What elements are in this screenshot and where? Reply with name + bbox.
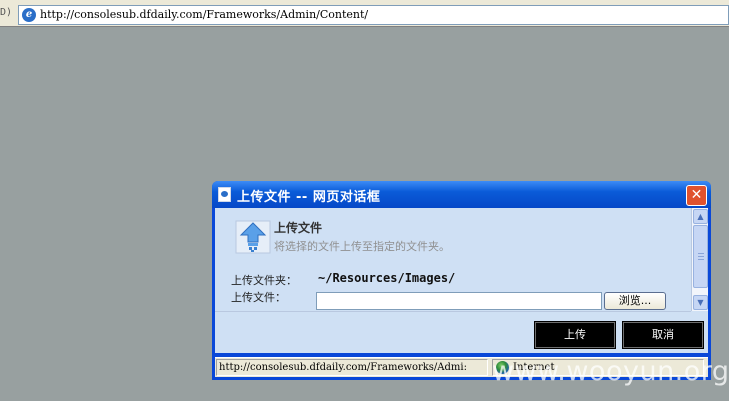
- scroll-thumb[interactable]: [693, 225, 708, 288]
- dialog-title: 上传文件 -- 网页对话框: [237, 190, 381, 205]
- dialog-titlebar[interactable]: 上传文件 -- 网页对话框 ✕: [212, 181, 711, 208]
- watermark: www.wooyun.org: [492, 356, 729, 387]
- address-bar[interactable]: e http://consolesub.dfdaily.com/Framewor…: [18, 5, 729, 25]
- file-path-input[interactable]: [316, 292, 602, 310]
- address-bar-fragment: D): [0, 7, 13, 18]
- header-title: 上传文件: [274, 221, 323, 235]
- vertical-scrollbar[interactable]: ▲ ▼: [691, 208, 708, 311]
- dialog-title-icon: [218, 187, 231, 202]
- scroll-down-icon[interactable]: ▼: [693, 295, 708, 310]
- upload-arrow-icon: [235, 220, 271, 254]
- folder-label: 上传文件夹：: [231, 274, 297, 287]
- folder-path: ~/Resources/Images/: [318, 271, 456, 285]
- browse-button[interactable]: 浏览...: [604, 292, 666, 310]
- scroll-up-icon[interactable]: ▲: [693, 209, 708, 224]
- dialog-content: 上传文件 将选择的文件上传至指定的文件夹。 上传文件夹： ~/Resources…: [215, 208, 708, 353]
- cancel-button[interactable]: 取消: [622, 321, 704, 349]
- upload-button[interactable]: 上传: [534, 321, 616, 349]
- browser-toolbar: D) e http://consolesub.dfdaily.com/Frame…: [0, 0, 729, 27]
- divider: [215, 311, 691, 312]
- address-url[interactable]: http://consolesub.dfdaily.com/Frameworks…: [40, 8, 368, 21]
- status-url: http://consolesub.dfdaily.com/Frameworks…: [216, 359, 488, 376]
- upload-dialog: 上传文件 -- 网页对话框 ✕ 上传文件 将选择的文件上传至指定的文件夹。 上传…: [212, 181, 711, 380]
- grip-icon: [698, 253, 704, 260]
- header-description: 将选择的文件上传至指定的文件夹。: [274, 240, 450, 253]
- file-label: 上传文件：: [231, 291, 286, 304]
- close-icon[interactable]: ✕: [686, 185, 707, 206]
- ie-page-icon: e: [22, 8, 36, 22]
